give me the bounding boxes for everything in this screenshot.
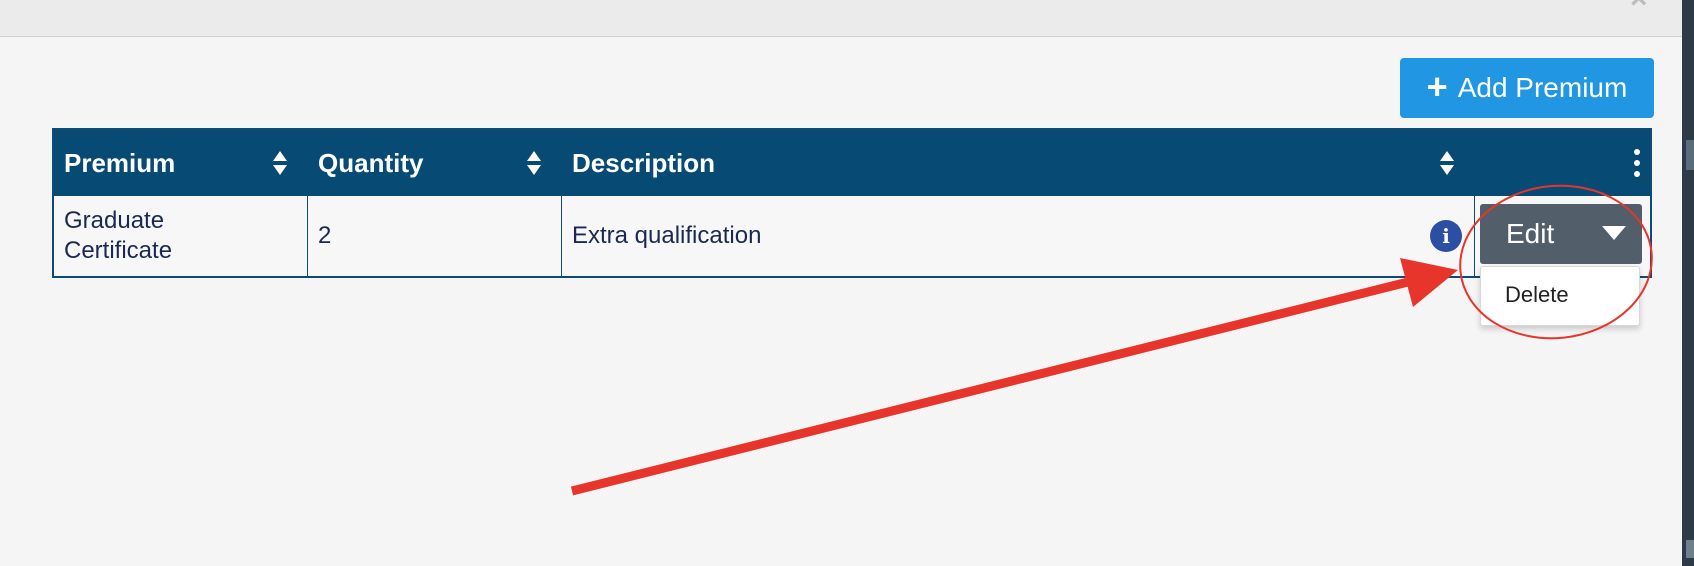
add-premium-button[interactable]: + Add Premium [1400, 58, 1654, 118]
sort-icon[interactable] [272, 150, 288, 176]
row-actions-menu: Delete [1480, 266, 1640, 326]
cell-premium: Graduate Certificate [54, 196, 308, 276]
add-premium-label: Add Premium [1457, 72, 1628, 103]
close-icon[interactable]: × [1630, 0, 1648, 14]
plus-icon: + [1426, 65, 1448, 107]
table-header: Premium Quantity Description [54, 130, 1650, 196]
description-text: Extra qualification [572, 222, 762, 249]
page-backdrop [1682, 0, 1694, 566]
premiums-table: Premium Quantity Description Graduate Ce… [52, 128, 1652, 278]
cell-description: Extra qualification i [562, 196, 1475, 276]
column-header-premium[interactable]: Premium [54, 130, 308, 196]
column-header-quantity[interactable]: Quantity [308, 130, 562, 196]
cell-quantity: 2 [308, 196, 562, 276]
backdrop-fragment [1686, 540, 1694, 558]
modal-header: × [0, 0, 1682, 37]
info-icon[interactable]: i [1430, 220, 1462, 252]
more-options-icon[interactable] [1634, 149, 1640, 177]
column-header-label: Description [572, 147, 716, 178]
table-row: Graduate Certificate 2 Extra qualificati… [54, 196, 1650, 276]
sort-icon[interactable] [1439, 150, 1455, 176]
table-body: Graduate Certificate 2 Extra qualificati… [54, 196, 1650, 276]
premiums-modal: × + Add Premium Premium Quantity [0, 0, 1694, 566]
backdrop-fragment [1686, 140, 1694, 170]
column-header-description[interactable]: Description [562, 130, 1475, 196]
edit-button[interactable]: Edit [1480, 204, 1642, 264]
column-header-label: Premium [64, 147, 176, 178]
chevron-down-icon[interactable] [1602, 226, 1626, 240]
annotation-arrow-shaft [570, 276, 1414, 496]
sort-icon[interactable] [526, 150, 542, 176]
menu-item-delete[interactable]: Delete [1505, 282, 1569, 308]
column-header-actions [1475, 130, 1650, 196]
column-header-label: Quantity [318, 147, 424, 178]
edit-label: Edit [1506, 218, 1555, 249]
